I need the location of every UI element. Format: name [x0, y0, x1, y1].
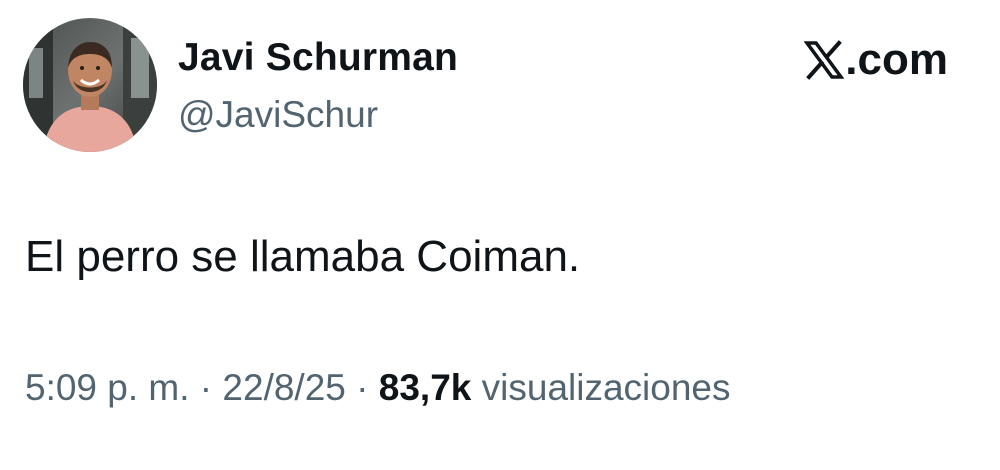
tweet-time[interactable]: 5:09 p. m.: [25, 367, 190, 408]
tweet-card: Javi Schurman @JaviSchur .com El perro s…: [0, 0, 1000, 470]
tweet-date[interactable]: 22/8/25: [222, 367, 345, 408]
brand-suffix: .com: [845, 35, 948, 84]
brand-logo: .com: [804, 36, 948, 84]
author-display-name[interactable]: Javi Schurman: [178, 36, 458, 80]
meta-separator-2: ·: [345, 367, 379, 408]
x-logo-icon: [804, 40, 845, 80]
views-count: 83,7k: [378, 367, 472, 408]
tweet-text: El perro se llamaba Coiman.: [25, 232, 581, 281]
meta-separator: ·: [189, 367, 223, 408]
views-label: visualizaciones: [481, 367, 731, 408]
tweet-meta: 5:09 p. m. · 22/8/25 · 83,7k visualizaci…: [25, 367, 731, 409]
avatar[interactable]: [23, 18, 157, 152]
author-handle[interactable]: @JaviSchur: [178, 94, 378, 136]
avatar-image: [23, 18, 157, 152]
